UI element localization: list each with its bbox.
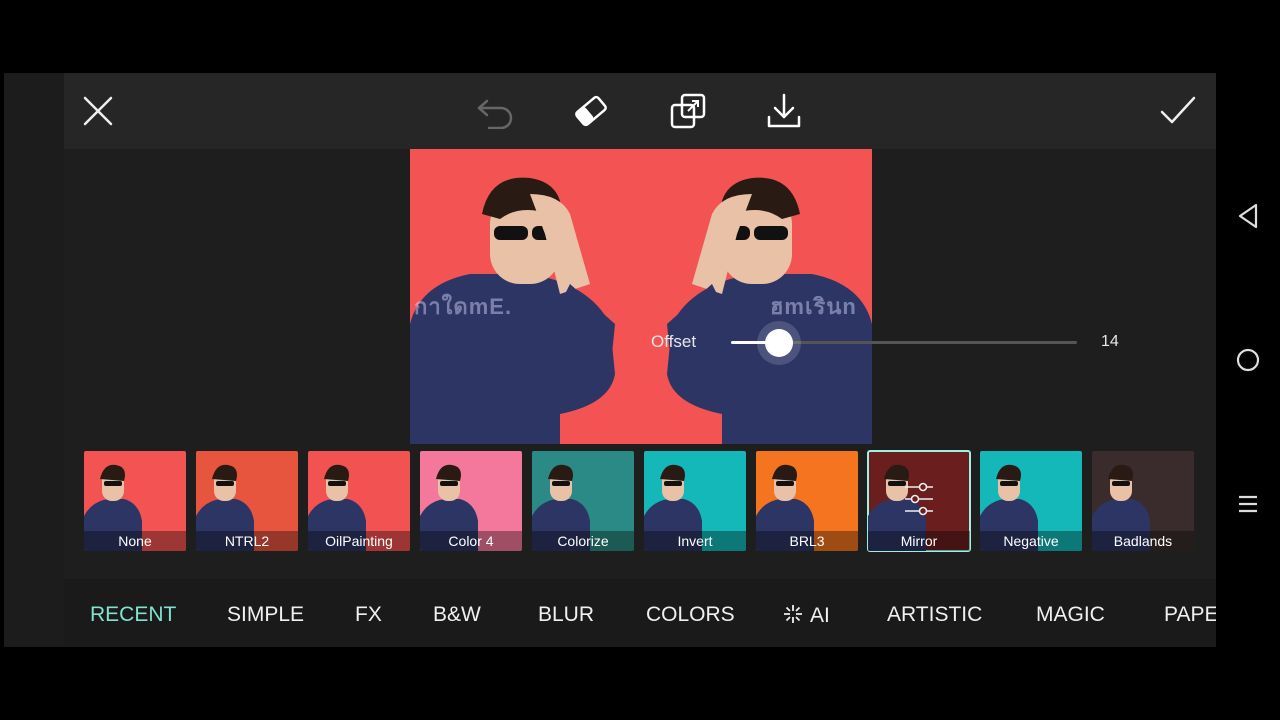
category-tab-label: SIMPLE: [227, 603, 305, 626]
category-tab-label: RECENT: [90, 603, 177, 626]
effect-thumb-label: NTRL2: [196, 531, 298, 551]
undo-icon: [477, 99, 513, 129]
download-button[interactable]: [756, 83, 812, 139]
compare-icon: [670, 93, 706, 129]
category-tab-ai[interactable]: AI: [782, 603, 830, 628]
offset-slider[interactable]: [731, 329, 1077, 357]
category-tab-label: B&W: [433, 603, 481, 626]
effect-thumb-color-4[interactable]: Color 4: [420, 451, 522, 551]
effect-thumb-label: Mirror: [868, 531, 970, 551]
category-tab-label: PAPE: [1164, 603, 1216, 626]
watermark-left: กาใดmE.: [414, 294, 513, 319]
photo-editor: กาใดmE. ฮmเรินn Offset 14 None NTRL2 OilPa…: [64, 73, 1216, 647]
effect-thumb-ntrl2[interactable]: NTRL2: [196, 451, 298, 551]
top-toolbar: [64, 73, 1216, 149]
slider-label: Offset: [651, 332, 697, 351]
effect-thumb-none[interactable]: None: [84, 451, 186, 551]
effect-thumb-label: OilPainting: [308, 531, 410, 551]
category-tab-simple[interactable]: SIMPLE: [227, 603, 304, 627]
effect-thumb-label: Negative: [980, 531, 1082, 551]
eraser-button[interactable]: [563, 83, 619, 139]
effect-thumb-oilpainting[interactable]: OilPainting: [308, 451, 410, 551]
category-tab-recent[interactable]: RECENT: [90, 603, 176, 627]
effects-thumbnail-strip: None NTRL2 OilPainting Color 4 Colorize Inver…: [64, 445, 1216, 577]
category-tabs: RECENT SIMPLE FX B&W BLUR COLORS AI ARTISTIC MAG…: [64, 579, 1216, 647]
category-tab-blur[interactable]: BLUR: [538, 603, 594, 627]
effect-thumb-negative[interactable]: Negative: [980, 451, 1082, 551]
effect-thumb-badlands[interactable]: Badlands: [1092, 451, 1194, 551]
effect-thumb-invert[interactable]: Invert: [644, 451, 746, 551]
sparkle-icon: [784, 605, 802, 623]
slider-value: 14: [1101, 333, 1119, 350]
category-tab-magic[interactable]: MAGIC: [1036, 603, 1105, 627]
eraser-icon: [575, 95, 607, 127]
apply-button[interactable]: [1150, 83, 1206, 139]
effect-thumb-label: Invert: [644, 531, 746, 551]
effect-thumb-brl3[interactable]: BRL3: [756, 451, 858, 551]
check-icon: [1160, 96, 1196, 124]
back-triangle-icon: [1238, 203, 1258, 229]
menu-icon: [1239, 495, 1257, 513]
adjust-settings-icon: [905, 482, 933, 516]
effect-thumb-label: None: [84, 531, 186, 551]
undo-button[interactable]: [467, 83, 523, 139]
category-tab-bw[interactable]: B&W: [433, 603, 481, 627]
effect-thumb-colorize[interactable]: Colorize: [532, 451, 634, 551]
category-tab-label: AI: [810, 604, 830, 627]
download-icon: [767, 93, 801, 128]
system-menu-button[interactable]: [1228, 484, 1268, 524]
left-dark-strip: [4, 73, 64, 647]
image-canvas[interactable]: กาใดmE. ฮmเรินn: [410, 149, 872, 444]
category-tab-pape[interactable]: PAPE: [1164, 603, 1216, 627]
category-tab-label: COLORS: [646, 603, 735, 626]
category-tab-label: FX: [355, 603, 382, 626]
close-button[interactable]: [70, 83, 126, 139]
category-tab-label: MAGIC: [1036, 603, 1105, 626]
category-tab-label: ARTISTIC: [887, 603, 983, 626]
category-tab-fx[interactable]: FX: [355, 603, 382, 627]
category-tab-label: BLUR: [538, 603, 595, 626]
effect-thumb-mirror[interactable]: Mirror: [867, 450, 971, 552]
category-tab-artistic[interactable]: ARTISTIC: [887, 603, 982, 627]
system-home-button[interactable]: [1228, 340, 1268, 380]
watermark-right: ฮmเรินn: [770, 294, 857, 319]
category-tab-colors[interactable]: COLORS: [646, 603, 735, 627]
system-back-button[interactable]: [1228, 196, 1268, 236]
compare-button[interactable]: [660, 83, 716, 139]
effect-thumb-label: Badlands: [1092, 531, 1194, 551]
close-icon: [83, 96, 113, 126]
effect-thumb-label: Colorize: [532, 531, 634, 551]
home-circle-icon: [1236, 348, 1260, 372]
effect-thumb-label: BRL3: [756, 531, 858, 551]
effect-thumb-label: Color 4: [420, 531, 522, 551]
